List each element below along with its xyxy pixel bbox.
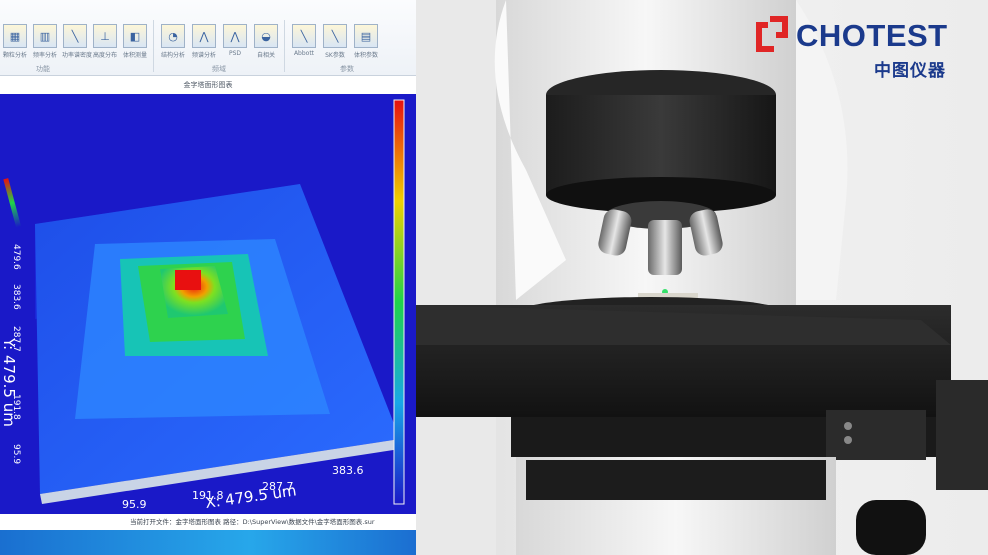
ribbon-tool-2[interactable]: ╲ 功率谱密度 — [62, 24, 92, 59]
3d-surface-plot[interactable]: 479.6 383.6 287.7 191.8 95.9 Y: 479.5 um… — [0, 94, 416, 514]
taskbar — [0, 530, 416, 555]
ribbon-tool-6[interactable]: ⋀ 频谱分析 — [191, 24, 217, 59]
brand-mark-icon — [756, 16, 788, 52]
ribbon-tool-4[interactable]: ◧ 体积测量 — [122, 24, 148, 59]
connector-screw — [844, 422, 852, 430]
status-bar: 当前打开文件：金字塔面形图表 路径：D:\SuperView\数据文件\金字塔面… — [0, 514, 416, 530]
x-tick-0: 95.9 — [122, 498, 147, 511]
brand-name: CHOTEST — [796, 18, 948, 53]
y-axis-label: Y: 479.5 um — [0, 337, 18, 427]
graph-title: 金字塔面形图表 — [183, 81, 233, 89]
z-column — [526, 460, 826, 500]
psd-icon: ⋀ — [223, 24, 247, 48]
software-window: ▦ 颗粒分析 ▥ 频率分析 ╲ 功率谱密度 ⊥ 高度分布 ◧ 体积测量 ◔ 结构… — [0, 0, 416, 555]
ribbon-group-label: 功能 — [36, 65, 50, 73]
y-tick-4: 95.9 — [11, 444, 21, 464]
ribbon-group-label: 频域 — [212, 65, 226, 73]
brand-subtitle: 中图仪器 — [874, 61, 946, 81]
toolbar-ribbon: ▦ 颗粒分析 ▥ 频率分析 ╲ 功率谱密度 ⊥ 高度分布 ◧ 体积测量 ◔ 结构… — [0, 0, 416, 76]
ribbon-separator — [284, 20, 285, 72]
abbott-curve-icon: ╲ — [292, 24, 316, 48]
x-tick-3: 383.6 — [332, 464, 364, 477]
ribbon-tool-1[interactable]: ▥ 频率分析 — [32, 24, 58, 59]
ribbon-tool-9[interactable]: ╲ Abbott — [291, 24, 317, 57]
ribbon-separator — [153, 20, 154, 72]
autocorrelation-icon: ◒ — [254, 24, 278, 48]
volume-measurement-icon: ◧ — [123, 24, 147, 48]
focus-knob[interactable] — [856, 500, 926, 555]
psd-curve-icon: ╲ — [63, 24, 87, 48]
color-scale-bar — [393, 99, 405, 505]
pyramid-peak — [175, 270, 201, 290]
objective-lens-center — [648, 220, 682, 275]
ribbon-tool-11[interactable]: ▤ 体积参数 — [353, 24, 379, 59]
connector-screw — [844, 436, 852, 444]
ribbon-tool-5[interactable]: ◔ 结构分析 — [160, 24, 186, 59]
frequency-analysis-icon: ▥ — [33, 24, 57, 48]
brand-logo: CHOTEST 中图仪器 — [754, 16, 964, 86]
ribbon-tool-8[interactable]: ◒ 自相关 — [253, 24, 279, 59]
stage-motor — [936, 380, 988, 490]
y-tick-1: 383.6 — [11, 284, 21, 310]
height-distribution-icon: ⊥ — [93, 24, 117, 48]
background-wall — [416, 0, 496, 555]
stage-connector — [826, 410, 926, 460]
structure-analysis-icon: ◔ — [161, 24, 185, 48]
particle-analysis-icon: ▦ — [3, 24, 27, 48]
spectrum-analysis-icon: ⋀ — [192, 24, 216, 48]
ribbon-group-label: 参数 — [340, 65, 354, 73]
volume-parameters-icon: ▤ — [354, 24, 378, 48]
ribbon-tool-3[interactable]: ⊥ 高度分布 — [92, 24, 118, 59]
ribbon-tool-7[interactable]: ⋀ PSD — [222, 24, 248, 57]
status-text: 当前打开文件：金字塔面形图表 路径：D:\SuperView\数据文件\金字塔面… — [130, 518, 375, 526]
ribbon-tool-0[interactable]: ▦ 颗粒分析 — [2, 24, 28, 59]
y-tick-0: 479.6 — [11, 244, 21, 270]
ribbon-tool-10[interactable]: ╲ SK参数 — [322, 24, 348, 59]
sk-parameters-icon: ╲ — [323, 24, 347, 48]
surface-render: 479.6 383.6 287.7 191.8 95.9 Y: 479.5 um… — [0, 94, 416, 514]
